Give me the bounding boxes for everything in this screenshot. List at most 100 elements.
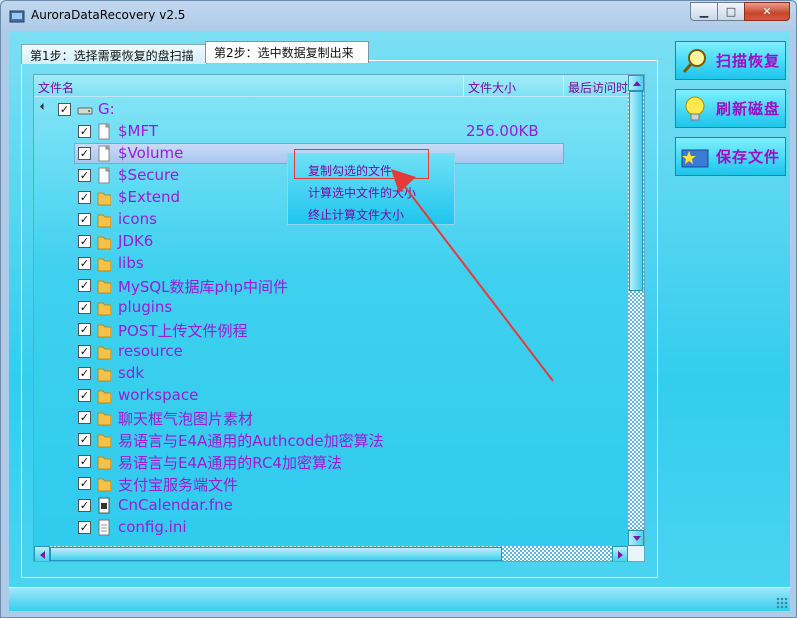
refresh-disk-label: 刷新磁盘 [716, 100, 781, 118]
scroll-right-button[interactable] [612, 546, 628, 561]
binary-file-icon [98, 497, 110, 514]
table-row[interactable]: ✓ 易语言与E4A通用的Authcode加密算法 [34, 429, 628, 451]
status-bar [9, 587, 790, 611]
row-name: icons [118, 210, 157, 228]
arrow-right-icon [618, 551, 623, 559]
table-row[interactable]: ✓ libs [34, 253, 628, 275]
row-name: resource [118, 342, 183, 360]
row-checkbox[interactable]: ✓ [78, 125, 91, 138]
resize-grip-icon[interactable] [776, 597, 788, 609]
close-button[interactable]: ✕ [744, 2, 790, 21]
row-checkbox[interactable]: ✓ [78, 257, 91, 270]
row-name: 易语言与E4A通用的Authcode加密算法 [118, 432, 384, 450]
folder-icon [97, 192, 111, 206]
scroll-left-button[interactable] [34, 546, 50, 561]
folder-icon [97, 280, 111, 294]
row-checkbox[interactable]: ✓ [78, 411, 91, 424]
folder-icon [97, 412, 111, 426]
file-icon [98, 123, 111, 140]
table-row[interactable]: ✓ POST上传文件例程 [34, 319, 628, 341]
row-name: $Volume [118, 144, 184, 162]
maximize-button[interactable]: □ [717, 2, 744, 21]
column-header-name[interactable]: 文件名 [34, 75, 464, 97]
table-row[interactable]: ✓ $MFT 256.00KB [34, 121, 628, 143]
row-name: sdk [118, 364, 145, 382]
tab-step2[interactable]: 第2步：选中数据复制出来 [205, 41, 369, 63]
row-name: libs [118, 254, 144, 272]
collapse-triangle-icon[interactable] [39, 102, 48, 111]
folder-star-icon [681, 149, 709, 167]
table-row[interactable]: ✓ config.ini [34, 517, 628, 539]
tab-step1[interactable]: 第1步：选择需要恢复的盘扫描 [21, 44, 207, 64]
menu-calc-size[interactable]: 计算选中文件的大小 [308, 184, 416, 201]
row-name: config.ini [118, 518, 187, 536]
horizontal-scroll-thumb[interactable] [50, 547, 502, 561]
menu-stop-calc[interactable]: 终止计算文件大小 [308, 206, 404, 223]
row-checkbox[interactable]: ✓ [78, 213, 91, 226]
row-checkbox[interactable]: ✓ [78, 367, 91, 380]
table-row[interactable]: ✓ workspace [34, 385, 628, 407]
folder-icon [97, 214, 111, 228]
row-checkbox[interactable]: ✓ [78, 169, 91, 182]
save-file-label: 保存文件 [716, 148, 781, 166]
settings-file-icon [98, 519, 110, 536]
row-checkbox[interactable]: ✓ [78, 279, 91, 292]
row-size: 256.00KB [466, 122, 539, 140]
row-checkbox[interactable]: ✓ [78, 147, 91, 160]
row-name: plugins [118, 298, 173, 316]
file-list-view[interactable]: 文件名 文件大小 最后访问时间 ✓ G: ✓ $MFT 256.00KB ✓ $Volu… [33, 74, 645, 562]
row-name: MySQL数据库php中间件 [118, 278, 289, 296]
table-row[interactable]: ✓ 易语言与E4A通用的RC4加密算法 [34, 451, 628, 473]
table-row[interactable]: ✓ MySQL数据库php中间件 [34, 275, 628, 297]
scan-recover-button[interactable]: 扫描恢复 [675, 41, 786, 80]
table-row[interactable]: ✓ CnCalendar.fne [34, 495, 628, 517]
row-checkbox[interactable]: ✓ [78, 235, 91, 248]
row-checkbox[interactable]: ✓ [78, 389, 91, 402]
column-header-size[interactable]: 文件大小 [464, 75, 564, 97]
refresh-disk-button[interactable]: 刷新磁盘 [675, 89, 786, 128]
annotation-highlight-box [294, 149, 429, 179]
window-title: AuroraDataRecovery v2.5 [31, 8, 186, 22]
table-row[interactable]: ✓ 支付宝服务端文件 [34, 473, 628, 495]
file-icon [98, 167, 111, 184]
vertical-scrollbar[interactable] [628, 75, 644, 546]
scan-recover-label: 扫描恢复 [716, 52, 781, 70]
row-checkbox[interactable]: ✓ [78, 345, 91, 358]
minimize-button[interactable]: ▁ [690, 2, 717, 21]
file-icon [98, 145, 111, 162]
scroll-up-button[interactable] [628, 75, 644, 91]
row-name: $MFT [118, 122, 159, 140]
table-row[interactable]: ✓ resource [34, 341, 628, 363]
row-checkbox[interactable]: ✓ [78, 499, 91, 512]
row-checkbox[interactable]: ✓ [78, 433, 91, 446]
row-checkbox[interactable]: ✓ [78, 455, 91, 468]
arrow-down-icon [633, 536, 641, 541]
table-row[interactable]: ✓ 聊天框气泡图片素材 [34, 407, 628, 429]
folder-icon [97, 324, 111, 338]
row-name: workspace [118, 386, 199, 404]
row-name: CnCalendar.fne [118, 496, 233, 514]
app-window: AuroraDataRecovery v2.5 ▁ □ ✕ 第1步：选择需要恢复… [0, 0, 797, 618]
root-label: G: [98, 100, 115, 118]
root-checkbox[interactable]: ✓ [58, 103, 71, 116]
row-checkbox[interactable]: ✓ [78, 323, 91, 336]
table-row[interactable]: ✓ sdk [34, 363, 628, 385]
tree-root-drive[interactable]: ✓ G: [34, 99, 628, 121]
folder-icon [97, 346, 111, 360]
row-name: 聊天框气泡图片素材 [118, 410, 254, 428]
horizontal-scrollbar[interactable] [34, 546, 628, 561]
table-row[interactable]: ✓ plugins [34, 297, 628, 319]
row-checkbox[interactable]: ✓ [78, 301, 91, 314]
scroll-down-button[interactable] [628, 530, 644, 546]
title-bar[interactable]: AuroraDataRecovery v2.5 ▁ □ ✕ [1, 1, 796, 31]
table-row[interactable]: ✓ JDK6 [34, 231, 628, 253]
row-checkbox[interactable]: ✓ [78, 521, 91, 534]
row-checkbox[interactable]: ✓ [78, 191, 91, 204]
row-name: 易语言与E4A通用的RC4加密算法 [118, 454, 342, 472]
row-name: $Extend [118, 188, 181, 206]
column-header-last-access[interactable]: 最后访问时间 [564, 75, 634, 97]
row-checkbox[interactable]: ✓ [78, 477, 91, 490]
row-name: POST上传文件例程 [118, 322, 248, 340]
save-file-button[interactable]: 保存文件 [675, 137, 786, 176]
vertical-scroll-thumb[interactable] [629, 91, 643, 291]
